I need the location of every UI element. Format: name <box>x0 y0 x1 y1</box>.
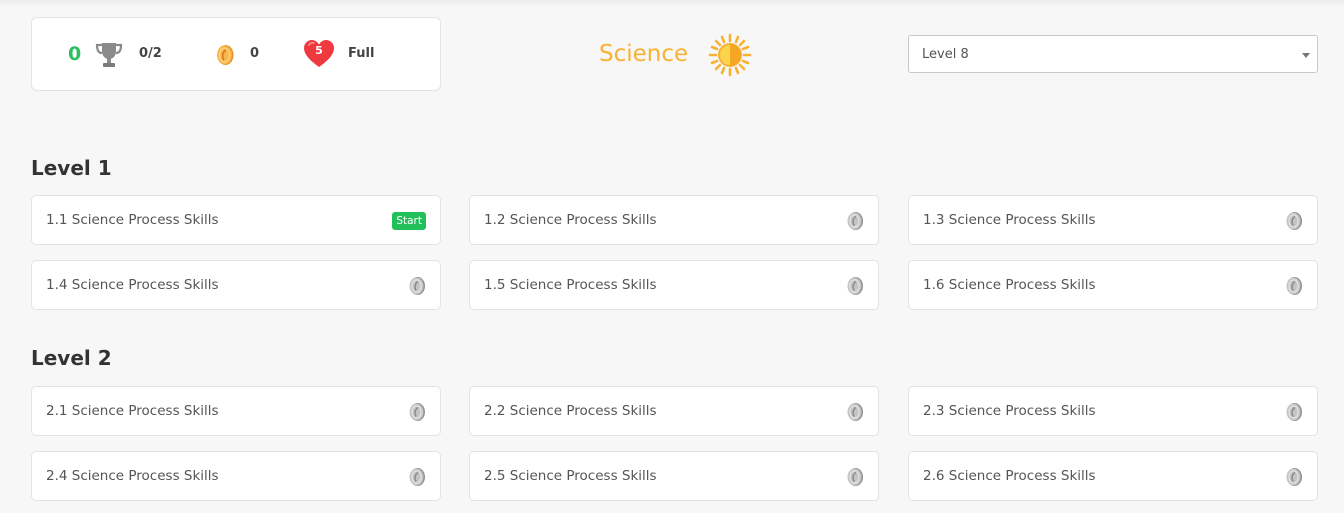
locked-coin-icon <box>1286 468 1302 486</box>
trophy-icon <box>95 43 123 67</box>
lives-count: 5 <box>315 44 323 57</box>
locked-coin-icon <box>847 277 863 295</box>
skill-card-2-2[interactable]: 2.2 Science Process Skills <box>469 386 879 436</box>
skill-label: 2.1 Science Process Skills <box>46 403 219 419</box>
locked-coin-icon <box>1286 277 1302 295</box>
skill-card-1-4[interactable]: 1.4 Science Process Skills <box>31 260 441 310</box>
level-select-value: Level 8 <box>922 47 969 62</box>
skill-card-2-4[interactable]: 2.4 Science Process Skills <box>31 451 441 501</box>
locked-coin-icon <box>847 212 863 230</box>
skill-label: 2.6 Science Process Skills <box>923 468 1096 484</box>
level-2-heading: Level 2 <box>31 346 112 370</box>
skill-label: 1.5 Science Process Skills <box>484 277 657 293</box>
coins-count: 0 <box>250 46 260 61</box>
skill-label: 2.3 Science Process Skills <box>923 403 1096 419</box>
skill-card-1-5[interactable]: 1.5 Science Process Skills <box>469 260 879 310</box>
sun-icon <box>708 33 752 77</box>
subject-title: Science <box>599 41 689 67</box>
skill-card-2-5[interactable]: 2.5 Science Process Skills <box>469 451 879 501</box>
skill-card-2-1[interactable]: 2.1 Science Process Skills <box>31 386 441 436</box>
trophy-count: 0/2 <box>139 46 162 61</box>
skill-card-2-6[interactable]: 2.6 Science Process Skills <box>908 451 1318 501</box>
skill-label: 1.1 Science Process Skills <box>46 212 219 228</box>
skill-label: 1.6 Science Process Skills <box>923 277 1096 293</box>
skill-card-1-6[interactable]: 1.6 Science Process Skills <box>908 260 1318 310</box>
skill-label: 1.3 Science Process Skills <box>923 212 1096 228</box>
locked-coin-icon <box>409 403 425 421</box>
skill-card-1-1[interactable]: 1.1 Science Process Skills Start <box>31 195 441 245</box>
skill-card-1-3[interactable]: 1.3 Science Process Skills <box>908 195 1318 245</box>
skill-label: 1.4 Science Process Skills <box>46 277 219 293</box>
lives-status: Full <box>348 46 375 61</box>
locked-coin-icon <box>1286 403 1302 421</box>
locked-coin-icon <box>847 403 863 421</box>
locked-coin-icon <box>409 468 425 486</box>
skill-card-2-3[interactable]: 2.3 Science Process Skills <box>908 386 1318 436</box>
skill-label: 2.5 Science Process Skills <box>484 468 657 484</box>
top-shadow <box>0 0 1344 8</box>
chevron-down-icon <box>1302 53 1310 58</box>
level-1-heading: Level 1 <box>31 156 112 180</box>
skill-label: 2.4 Science Process Skills <box>46 468 219 484</box>
stats-card: 0 0/2 0 5 Full <box>31 17 441 91</box>
points-value: 0 <box>68 43 82 65</box>
skill-card-1-2[interactable]: 1.2 Science Process Skills <box>469 195 879 245</box>
level-select[interactable]: Level 8 <box>908 35 1318 73</box>
locked-coin-icon <box>409 277 425 295</box>
locked-coin-icon <box>847 468 863 486</box>
locked-coin-icon <box>1286 212 1302 230</box>
skill-label: 2.2 Science Process Skills <box>484 403 657 419</box>
skill-label: 1.2 Science Process Skills <box>484 212 657 228</box>
start-badge[interactable]: Start <box>392 212 426 230</box>
coin-icon <box>217 45 234 65</box>
